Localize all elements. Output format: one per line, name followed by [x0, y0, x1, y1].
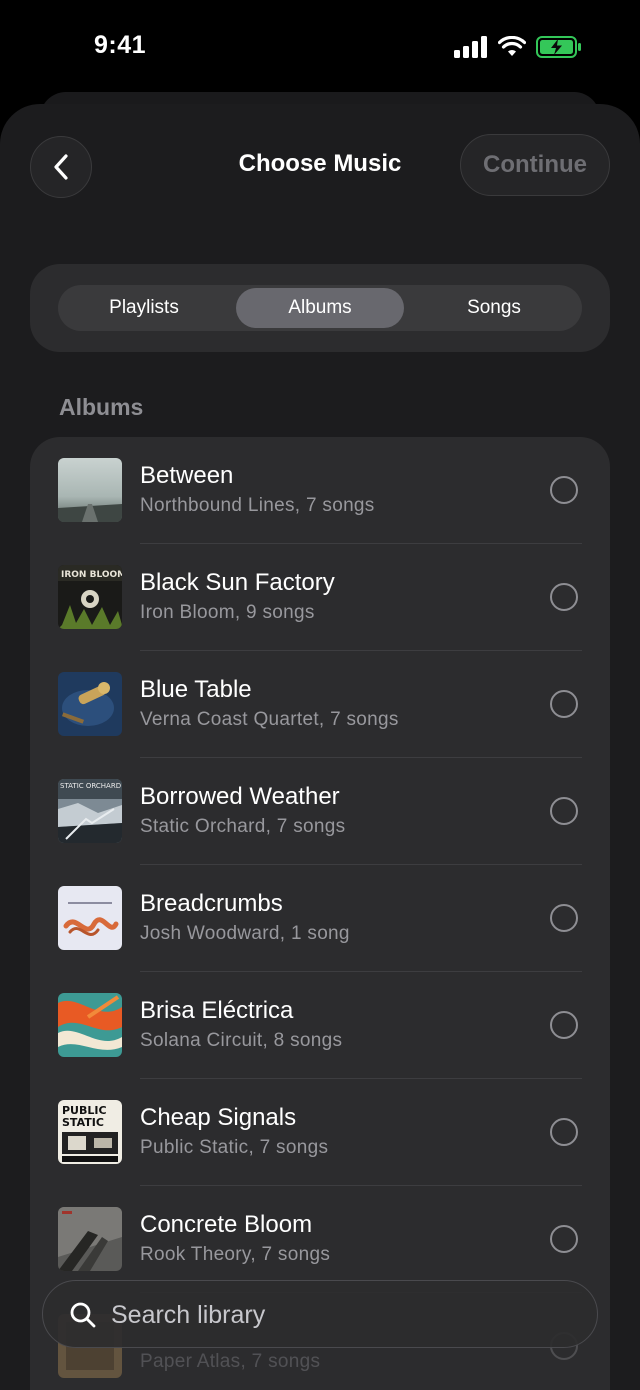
album-subtitle: Rook Theory, 7 songs	[140, 1244, 331, 1265]
select-radio[interactable]	[550, 583, 578, 611]
select-radio[interactable]	[550, 1118, 578, 1146]
wifi-icon	[498, 36, 526, 56]
album-row-cheap-signals[interactable]: PUBLIC STATIC Cheap Signals Public Stati…	[30, 1079, 610, 1186]
search-input[interactable]	[109, 1293, 573, 1337]
album-subtitle: Public Static, 7 songs	[140, 1137, 329, 1158]
continue-button[interactable]: Continue	[460, 134, 610, 196]
select-radio[interactable]	[550, 797, 578, 825]
album-artwork: STATIC ORCHARD	[58, 779, 122, 843]
screen: 9:41 Choose Music Continue Playlists Alb…	[0, 0, 640, 1390]
album-artwork	[58, 1207, 122, 1271]
album-subtitle: Solana Circuit, 8 songs	[140, 1030, 343, 1051]
album-title: Brisa Eléctrica	[140, 997, 294, 1024]
tab-songs[interactable]: Songs	[410, 285, 578, 331]
select-radio[interactable]	[550, 904, 578, 932]
album-row-brisa-electrica[interactable]: Brisa Eléctrica Solana Circuit, 8 songs	[30, 972, 610, 1079]
album-row-black-sun-factory[interactable]: IRON BLOOM Black Sun Factory Iron Bloom,…	[30, 544, 610, 651]
tab-playlists[interactable]: Playlists	[60, 285, 228, 331]
album-subtitle: Josh Woodward, 1 song	[140, 923, 350, 944]
choose-music-sheet: Choose Music Continue Playlists Albums S…	[0, 104, 640, 1390]
select-radio[interactable]	[550, 1225, 578, 1253]
album-title: Black Sun Factory	[140, 569, 335, 596]
album-artwork: PUBLIC STATIC	[58, 1100, 122, 1164]
segmented-control: Playlists Albums Songs	[58, 285, 582, 331]
album-row-concrete-bloom[interactable]: Concrete Bloom Rook Theory, 7 songs	[30, 1186, 610, 1293]
album-title: Blue Table	[140, 676, 252, 703]
album-row-blue-table[interactable]: Blue Table Verna Coast Quartet, 7 songs	[30, 651, 610, 758]
album-artwork	[58, 672, 122, 736]
status-icons	[454, 35, 582, 59]
album-title: Breadcrumbs	[140, 890, 283, 917]
album-subtitle: Iron Bloom, 9 songs	[140, 602, 315, 623]
album-subtitle: Paper Atlas, 7 songs	[140, 1351, 321, 1372]
segmented-control-container: Playlists Albums Songs	[30, 264, 610, 352]
status-bar: 9:41	[0, 0, 640, 96]
select-radio[interactable]	[550, 690, 578, 718]
tab-albums[interactable]: Albums	[236, 288, 404, 328]
album-artwork: IRON BLOOM	[58, 565, 122, 629]
search-bar[interactable]	[42, 1280, 598, 1348]
cellular-signal-icon	[454, 36, 487, 58]
album-subtitle: Verna Coast Quartet, 7 songs	[140, 709, 399, 730]
search-icon	[70, 1302, 96, 1328]
album-artwork	[58, 458, 122, 522]
album-row-between[interactable]: Between Northbound Lines, 7 songs	[30, 437, 610, 544]
album-artwork	[58, 886, 122, 950]
status-time: 9:41	[94, 31, 147, 59]
select-radio[interactable]	[550, 1011, 578, 1039]
album-subtitle: Static Orchard, 7 songs	[140, 816, 346, 837]
select-radio[interactable]	[550, 476, 578, 504]
album-artwork	[58, 993, 122, 1057]
album-row-borrowed-weather[interactable]: STATIC ORCHARD Borrowed Weather Static O…	[30, 758, 610, 865]
album-title: Concrete Bloom	[140, 1211, 313, 1238]
album-title: Cheap Signals	[140, 1104, 297, 1131]
album-title: Borrowed Weather	[140, 783, 340, 810]
album-row-breadcrumbs[interactable]: Breadcrumbs Josh Woodward, 1 song	[30, 865, 610, 972]
album-subtitle: Northbound Lines, 7 songs	[140, 495, 375, 516]
album-title: Between	[140, 462, 234, 489]
section-title: Albums	[59, 394, 144, 420]
svg-text:STATIC: STATIC	[62, 1116, 104, 1129]
battery-charging-icon	[536, 36, 581, 58]
album-list: Between Northbound Lines, 7 songs IRON B…	[30, 437, 610, 1390]
svg-text:STATIC ORCHARD: STATIC ORCHARD	[60, 782, 121, 790]
svg-text:IRON BLOOM: IRON BLOOM	[61, 570, 122, 580]
